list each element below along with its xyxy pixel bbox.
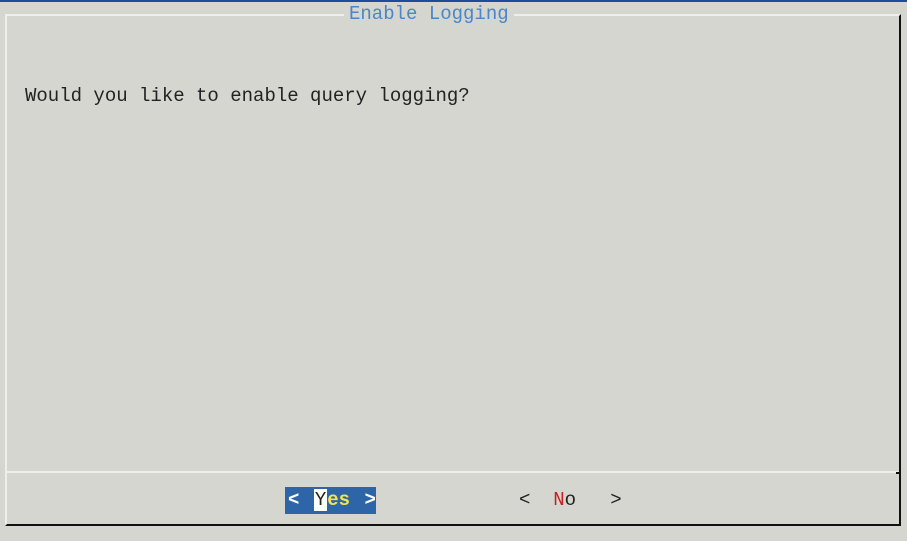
no-label-rest: o	[564, 489, 577, 511]
no-left-bracket: <	[519, 489, 531, 511]
dialog-title: Enable Logging	[344, 2, 514, 26]
no-right-bracket: >	[610, 489, 622, 511]
no-hotkey: N	[553, 489, 565, 511]
separator-tick	[896, 472, 901, 474]
yes-left-bracket: <	[288, 489, 300, 511]
yes-label-rest: es	[327, 489, 351, 511]
yes-button[interactable]: < Yes >	[285, 487, 376, 514]
button-separator	[7, 471, 899, 473]
no-button[interactable]: < No >	[519, 487, 622, 514]
yes-hotkey: Y	[313, 489, 328, 511]
dialog-question: Would you like to enable query logging?	[25, 85, 470, 107]
yes-right-bracket: >	[364, 489, 376, 511]
